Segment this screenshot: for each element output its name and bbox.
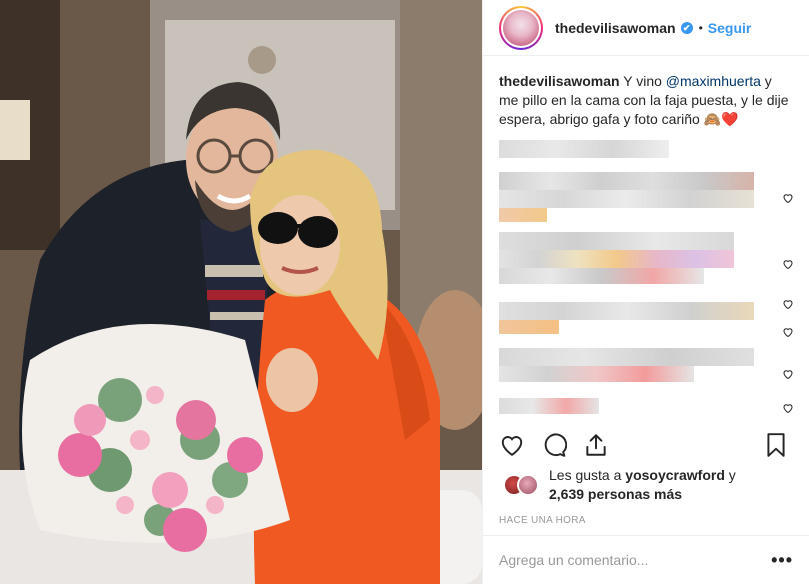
post-photo-illustration [0, 0, 482, 584]
pixelated-comment [499, 232, 734, 250]
post-header: thedevilisawoman ✔ • Seguir [483, 0, 809, 56]
first-liker-link[interactable]: yosoycrawford [625, 467, 725, 483]
comment-like-heart-icon[interactable] [782, 192, 793, 204]
pixelated-comment [499, 190, 754, 208]
follow-button[interactable]: Seguir [708, 20, 752, 36]
pixelated-comment [499, 348, 754, 366]
share-icon[interactable] [583, 432, 609, 458]
comment-like-heart-icon[interactable] [782, 326, 793, 338]
add-comment-bar: ••• [483, 535, 809, 584]
pixelated-comment [499, 250, 734, 268]
comments-section[interactable]: thedevilisawoman Y vino @maximhuerta y m… [499, 72, 793, 422]
comment-like-heart-icon[interactable] [782, 368, 793, 380]
avatar-image [503, 9, 539, 46]
post-caption: thedevilisawoman Y vino @maximhuerta y m… [499, 72, 789, 129]
caption-username[interactable]: thedevilisawoman [499, 73, 620, 89]
more-options-icon[interactable]: ••• [771, 550, 793, 571]
comment-icon[interactable] [541, 432, 567, 458]
likes-prefix: Les gusta a [549, 467, 626, 483]
liker-avatars [503, 474, 541, 496]
pixelated-comment [499, 140, 669, 158]
like-heart-icon[interactable] [499, 432, 525, 458]
pixelated-comment [499, 172, 754, 190]
username-link[interactable]: thedevilisawoman [555, 20, 676, 36]
action-bar [499, 430, 793, 460]
comment-input[interactable] [499, 552, 772, 568]
bookmark-icon[interactable] [763, 432, 789, 458]
liker-avatar [517, 474, 539, 496]
separator-dot: • [698, 20, 703, 35]
likes-summary[interactable]: Les gusta a yosoycrawford y 2,639 person… [503, 466, 793, 504]
post-timestamp[interactable]: HACE UNA HORA [499, 515, 586, 526]
pixelated-comment [499, 268, 704, 284]
comment-like-heart-icon[interactable] [782, 298, 793, 310]
pixelated-comment [499, 366, 694, 382]
caption-text-start: Y vino [619, 73, 666, 89]
post-photo[interactable] [0, 0, 482, 584]
likes-text: Les gusta a yosoycrawford y 2,639 person… [549, 466, 736, 504]
pixelated-comment [499, 320, 559, 334]
pixelated-comments [499, 140, 793, 420]
avatar-frame [501, 7, 541, 48]
pixelated-comment [499, 302, 754, 320]
comment-like-heart-icon[interactable] [782, 258, 793, 270]
verified-badge-icon: ✔ [680, 21, 693, 34]
comment-like-heart-icon[interactable] [782, 402, 793, 414]
caption-mention-link[interactable]: @maximhuerta [666, 73, 761, 89]
pixelated-comment [499, 398, 599, 414]
likes-count-link[interactable]: 2,639 personas más [549, 486, 682, 502]
post-side-panel: thedevilisawoman ✔ • Seguir thedevilisaw… [482, 0, 809, 584]
pixelated-comment [499, 208, 547, 222]
likes-connector: y [724, 467, 736, 483]
avatar[interactable] [499, 5, 543, 50]
